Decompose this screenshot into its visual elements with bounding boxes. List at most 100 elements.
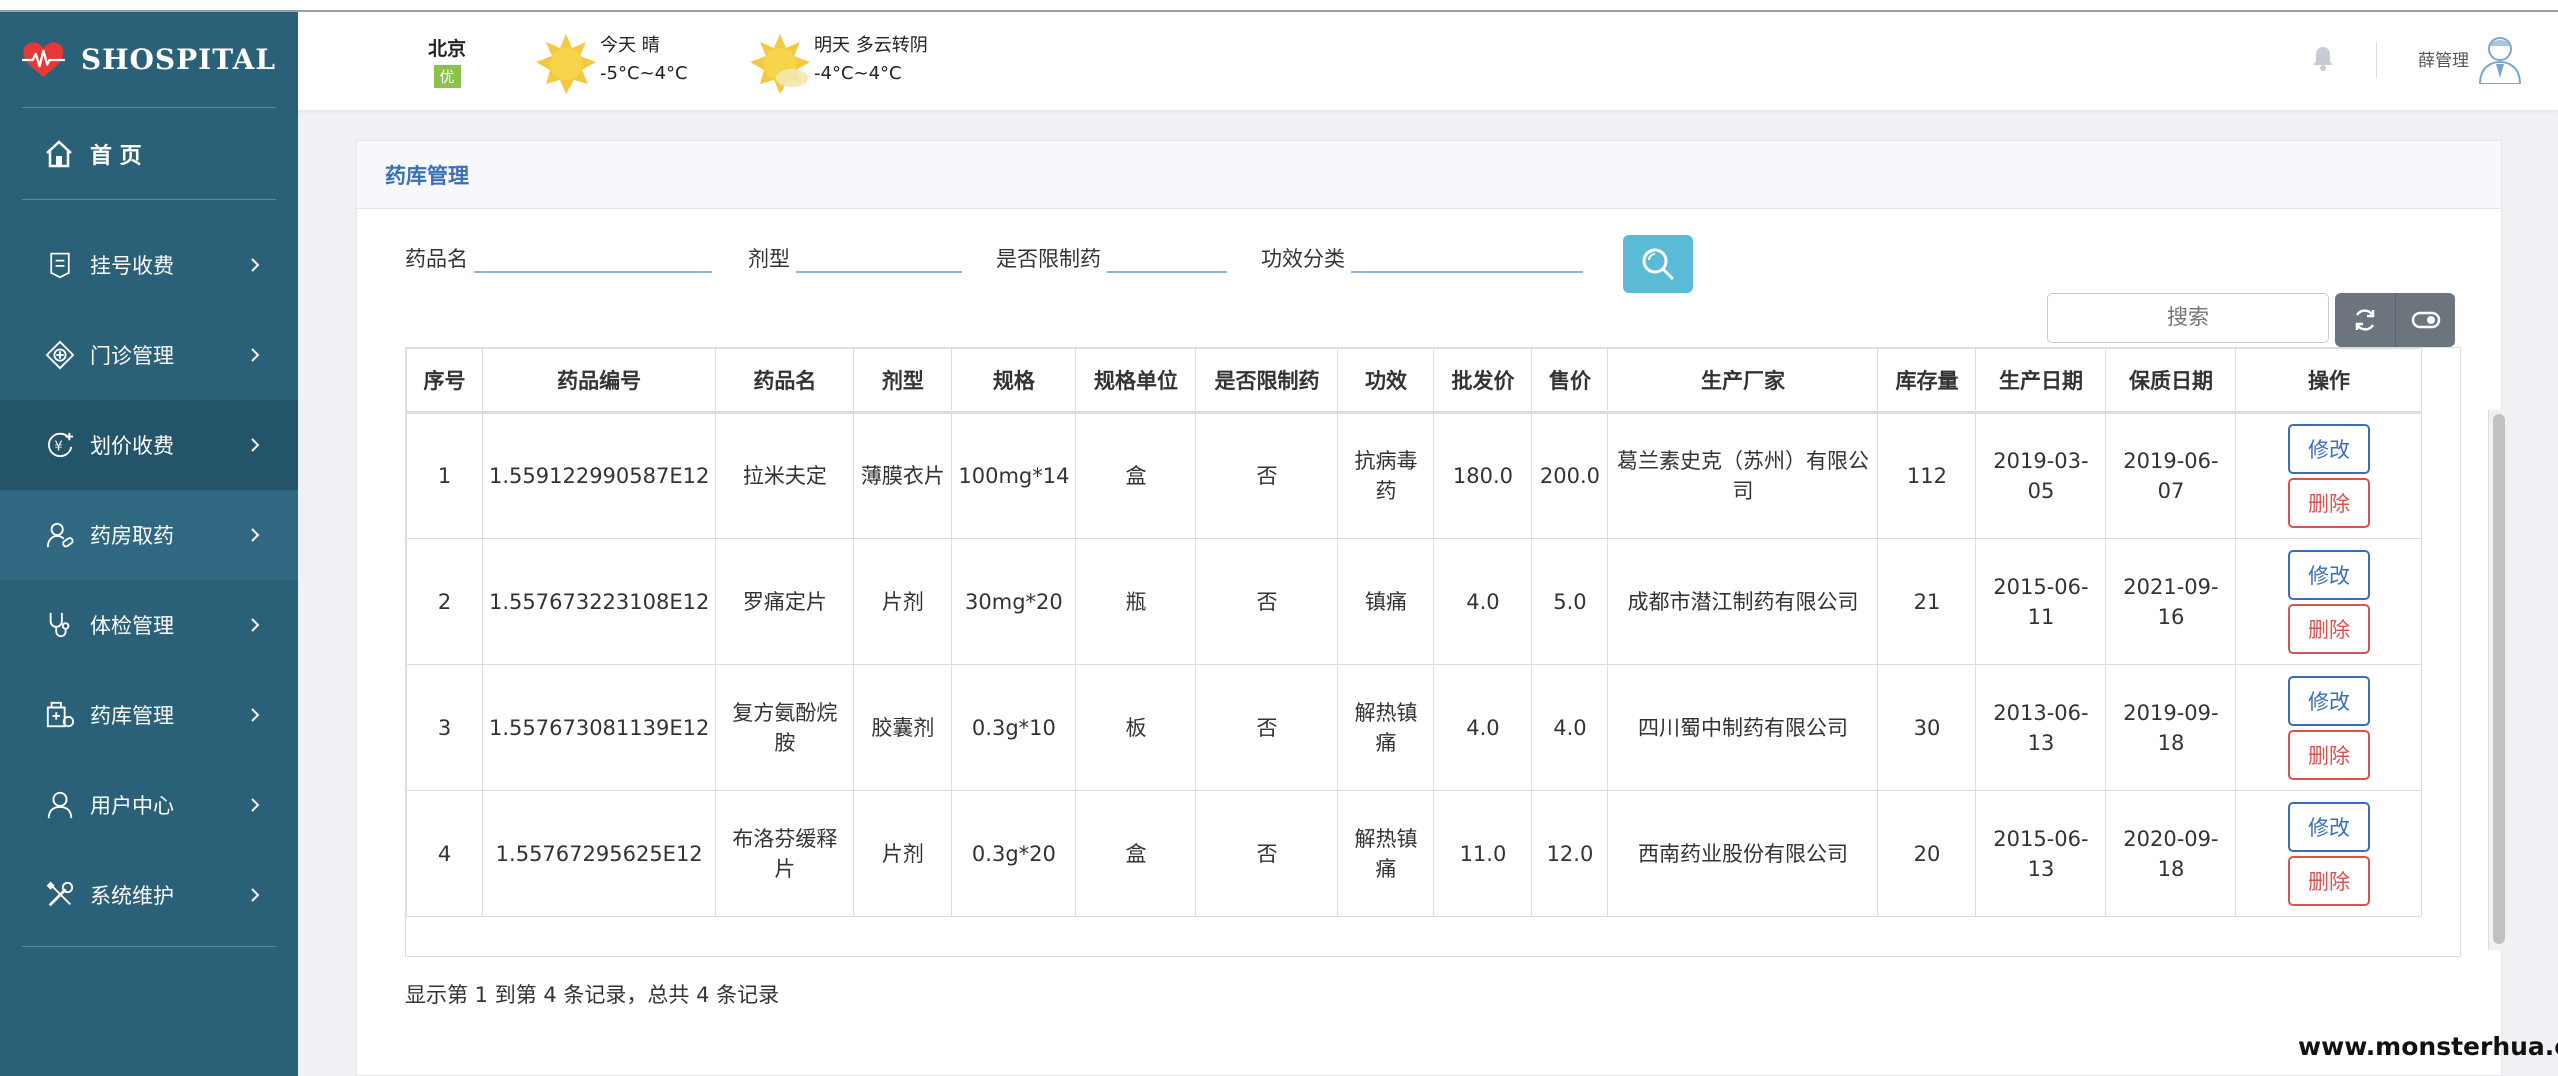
delete-button[interactable]: 删除 (2287, 855, 2370, 906)
table-cell: 2019-06-07 (2105, 412, 2237, 539)
sidebar-item-label: 门诊管理 (90, 344, 174, 368)
actions-cell: 修改 删除 (2235, 538, 2423, 665)
table-cell: 5.0 (1531, 538, 1609, 665)
brand[interactable]: SHOSPITAL (22, 12, 276, 108)
table-row[interactable]: 4 1.55767295625E12 布洛芬缓释片 片剂 0.3g*20 盒 否… (406, 790, 2423, 917)
column-header[interactable]: 批发价 (1433, 348, 1533, 414)
sidebar-nav: 挂号收费 门诊管理 ¥ 划价收费 药房取药 体检管理 药库管理 用户中心 系统维… (0, 200, 298, 947)
sidebar-item-drug-store[interactable]: 药库管理 (0, 670, 298, 760)
search-button[interactable] (1623, 235, 1693, 293)
column-header: 操作 (2235, 348, 2423, 414)
chevron-right-icon (251, 798, 260, 812)
table-cell: 解热镇痛 (1337, 790, 1435, 917)
top-header: 北京 优 今天 晴 -5°C~4°C 明天 多云转阴 -4°C~4°C 薛管理 (298, 12, 2558, 110)
restricted-input[interactable] (1107, 237, 1227, 273)
column-header[interactable]: 功效 (1337, 348, 1435, 414)
panel-title: 药库管理 (385, 163, 469, 188)
column-header[interactable]: 序号 (406, 348, 483, 414)
drug-name-input[interactable] (474, 237, 712, 273)
sidebar-item-home[interactable]: 首 页 (22, 108, 276, 200)
sidebar-item-label: 划价收费 (90, 434, 174, 458)
table-search-input[interactable] (2047, 293, 2329, 343)
table-cell: 复方氨酚烷胺 (715, 664, 855, 791)
brand-name: SHOSPITAL (80, 43, 276, 76)
sidebar-item-register[interactable]: 挂号收费 (0, 220, 298, 310)
heart-pulse-logo-icon (22, 41, 65, 77)
table-cell: 葛兰素史克（苏州）有限公司 (1607, 412, 1879, 539)
column-header[interactable]: 库存量 (1877, 348, 1977, 414)
table-row[interactable]: 3 1.557673081139E12 复方氨酚烷胺 胶囊剂 0.3g*10 板… (406, 664, 2423, 791)
edit-button[interactable]: 修改 (2287, 801, 2370, 852)
sidebar-item-label: 药库管理 (90, 704, 174, 728)
chevron-right-icon (251, 708, 260, 722)
table-cell: 2019-09-18 (2105, 664, 2237, 791)
chevron-right-icon (251, 348, 260, 362)
table-cell: 片剂 (853, 790, 953, 917)
bell-icon[interactable] (2310, 44, 2336, 72)
weather-today: 今天 晴 -5°C~4°C (534, 32, 688, 96)
table-cell: 21 (1877, 538, 1977, 665)
user-name[interactable]: 薛管理 (2418, 46, 2469, 71)
efficacy-input[interactable] (1351, 237, 1583, 273)
refresh-button[interactable] (2335, 293, 2395, 347)
table-cell: 4 (406, 790, 483, 917)
delete-button[interactable]: 删除 (2287, 603, 2370, 654)
table-cell: 2 (406, 538, 483, 665)
table-cell: 4.0 (1433, 664, 1533, 791)
drug-name-label: 药品名 (405, 247, 468, 271)
table-cell: 2021-09-16 (2105, 538, 2237, 665)
table-cell: 3 (406, 664, 483, 791)
sidebar-item-pricing[interactable]: ¥ 划价收费 (0, 400, 298, 490)
column-header[interactable]: 是否限制药 (1195, 348, 1339, 414)
partly-cloudy-icon (750, 34, 810, 94)
sidebar-item-clinic[interactable]: 门诊管理 (0, 310, 298, 400)
sidebar-item-pharmacy[interactable]: 药房取药 (0, 490, 298, 580)
column-header[interactable]: 售价 (1531, 348, 1609, 414)
register-icon (44, 249, 76, 281)
sidebar-item-system-maintenance[interactable]: 系统维护 (0, 850, 298, 940)
column-header[interactable]: 生产日期 (1975, 348, 2107, 414)
table-cell: 11.0 (1433, 790, 1533, 917)
table-cell: 瓶 (1075, 538, 1197, 665)
delete-button[interactable]: 删除 (2287, 478, 2370, 528)
table-row[interactable]: 2 1.557673223108E12 罗痛定片 片剂 30mg*20 瓶 否 … (406, 538, 2423, 665)
table-cell: 30mg*20 (951, 538, 1077, 665)
table-scrollbar[interactable] (2488, 410, 2508, 950)
sidebar-item-physical-exam[interactable]: 体检管理 (0, 580, 298, 670)
header-divider (2376, 42, 2377, 78)
column-header[interactable]: 保质日期 (2105, 348, 2237, 414)
dosage-form-label: 剂型 (748, 247, 790, 271)
avatar[interactable] (2476, 34, 2524, 84)
chevron-right-icon (251, 888, 260, 902)
weather-city: 北京 优 (428, 34, 466, 88)
toggle-view-button[interactable] (2395, 293, 2455, 347)
table-row[interactable]: 1 1.559122990587E12 拉米夫定 薄膜衣片 100mg*14 盒… (406, 412, 2423, 539)
edit-button[interactable]: 修改 (2287, 675, 2370, 726)
column-header[interactable]: 药品名 (715, 348, 855, 414)
delete-button[interactable]: 删除 (2287, 729, 2370, 780)
table-cell: 否 (1195, 790, 1339, 917)
user-icon (44, 789, 76, 821)
chevron-right-icon (251, 438, 260, 452)
column-header[interactable]: 规格 (951, 348, 1077, 414)
scrollbar-thumb[interactable] (2493, 414, 2505, 944)
column-header[interactable]: 生产厂家 (1607, 348, 1879, 414)
stethoscope-icon (44, 609, 76, 641)
sidebar-item-user-center[interactable]: 用户中心 (0, 760, 298, 850)
column-header[interactable]: 剂型 (853, 348, 953, 414)
toggle-icon (2411, 311, 2440, 329)
column-header[interactable]: 药品编号 (481, 348, 717, 414)
chevron-right-icon (251, 528, 260, 542)
table-cell: 200.0 (1531, 412, 1609, 539)
table-cell: 100mg*14 (951, 412, 1077, 539)
sidebar-item-label: 体检管理 (90, 614, 174, 638)
edit-button[interactable]: 修改 (2287, 549, 2370, 600)
table-header-row: 序号 药品编号 药品名 剂型 规格 规格单位 是否限制药 功效 批发价 售价 生… (406, 348, 2423, 414)
dosage-form-input[interactable] (796, 237, 962, 273)
home-icon (46, 139, 72, 167)
edit-button[interactable]: 修改 (2287, 424, 2370, 474)
refresh-icon (2355, 309, 2375, 331)
table-cell: 0.3g*20 (951, 790, 1077, 917)
column-header[interactable]: 规格单位 (1075, 348, 1197, 414)
table-cell: 盒 (1075, 790, 1197, 917)
